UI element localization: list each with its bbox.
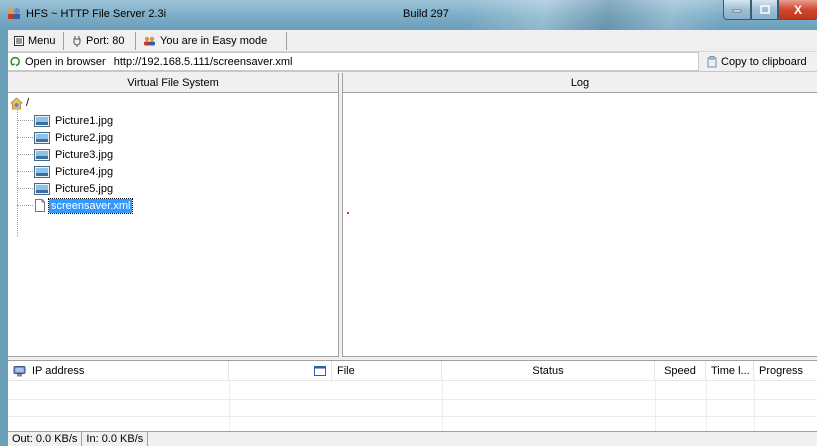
menu-label: Menu [28,35,56,47]
url-text[interactable]: http://192.168.5.111/screensaver.xml [114,56,293,68]
port-button[interactable]: Port: 80 [68,32,129,50]
vfs-title: Virtual File System [127,76,219,89]
grid-col-line [706,381,707,431]
vfs-file-item[interactable]: Picture4.jpg [17,163,115,180]
minimize-icon [732,9,742,12]
vfs-file-item[interactable]: Picture3.jpg [17,146,115,163]
port-label: Port: 80 [86,35,125,47]
maximize-icon [759,5,770,14]
close-button[interactable]: X [778,0,817,20]
menu-separator [135,32,136,50]
menu-bar: Menu Port: 80 You are in Easy mode [8,30,817,52]
open-in-browser-label[interactable]: Open in browser [25,56,106,68]
port-plug-icon [73,36,81,47]
connections-list[interactable]: IP address File Status Speed Time l... P… [8,361,817,431]
copy-label: Copy to clipboard [721,55,807,68]
log-panel-header: Log [343,73,817,93]
vfs-panel-header: Virtual File System [8,73,339,93]
home-folder-icon [10,96,23,109]
app-window: HFS ~ HTTP File Server 2.3i Build 297 X [0,0,817,446]
column-ip-address[interactable]: IP address [8,361,229,381]
column-time-left[interactable]: Time l... [706,361,754,381]
vfs-file-name: Picture5.jpg [55,182,114,195]
status-out-speed: Out: 0.0 KB/s [8,431,83,446]
menu-separator [63,32,64,50]
grid-col-line [754,381,755,431]
maximize-button[interactable] [751,0,778,20]
vfs-file-name: Picture1.jpg [55,114,114,127]
image-file-icon [34,182,50,195]
vfs-file-item[interactable]: Picture2.jpg [17,129,115,146]
title-bar-glass [470,0,720,30]
image-file-icon [34,165,50,178]
column-progress[interactable]: Progress [754,361,817,381]
grid-col-line [442,381,443,431]
grid-row-line [8,416,817,417]
log-title: Log [570,76,590,89]
menu-separator [286,32,287,50]
image-file-icon [34,148,50,161]
open-browser-icon [10,56,20,67]
title-bar[interactable]: HFS ~ HTTP File Server 2.3i Build 297 X [0,0,817,30]
grid-row-line [8,399,817,400]
vfs-file-name: Picture3.jpg [55,148,114,161]
vfs-file-item[interactable]: Picture5.jpg [17,180,115,197]
image-file-icon [34,114,50,127]
status-in-speed: In: 0.0 KB/s [82,431,149,446]
log-area[interactable] [343,93,817,357]
vfs-file-name: Picture4.jpg [55,165,114,178]
mode-button[interactable]: You are in Easy mode [139,32,271,50]
column-status[interactable]: Status [442,361,655,381]
blank-file-icon [34,199,46,212]
connections-header: IP address File Status Speed Time l... P… [8,361,817,381]
address-bar: Open in browser http://192.168.5.111/scr… [8,52,817,72]
vfs-root-label: / [26,97,30,109]
vfs-file-item[interactable]: Picture1.jpg [17,112,115,129]
build-label: Build 297 [403,8,449,20]
minimize-button[interactable] [723,0,751,20]
vfs-file-name: screensaver.xml [47,197,134,214]
vfs-root-node[interactable]: / [10,95,29,111]
users-icon [144,36,155,46]
vfs-tree[interactable]: / Picture1.jpg Picture2.jpg Picture3.jpg… [8,93,339,357]
menu-button[interactable]: Menu [10,32,60,50]
image-file-icon [34,131,50,144]
menu-icon [14,36,24,46]
column-file-icon [229,361,332,381]
client-area: Menu Port: 80 You are in Easy mode Open … [8,30,817,446]
column-file[interactable]: File [332,361,442,381]
mode-label: You are in Easy mode [160,35,268,47]
hfs-app-icon[interactable] [6,6,22,20]
close-icon: X [793,2,802,17]
file-column-icon [314,366,326,376]
column-speed[interactable]: Speed [655,361,706,381]
status-bar: Out: 0.0 KB/s In: 0.0 KB/s [8,431,817,446]
vfs-file-name: Picture2.jpg [55,131,114,144]
splitter-marker [347,212,349,214]
grid-col-line [229,381,230,431]
vfs-file-item-selected[interactable]: screensaver.xml [17,197,134,214]
network-computer-icon [13,365,26,376]
grid-col-line [655,381,656,431]
clipboard-icon [707,55,717,67]
url-field[interactable]: Open in browser http://192.168.5.111/scr… [8,52,699,71]
window-title: HFS ~ HTTP File Server 2.3i [26,8,167,20]
copy-to-clipboard-button[interactable]: Copy to clipboard [699,52,817,71]
